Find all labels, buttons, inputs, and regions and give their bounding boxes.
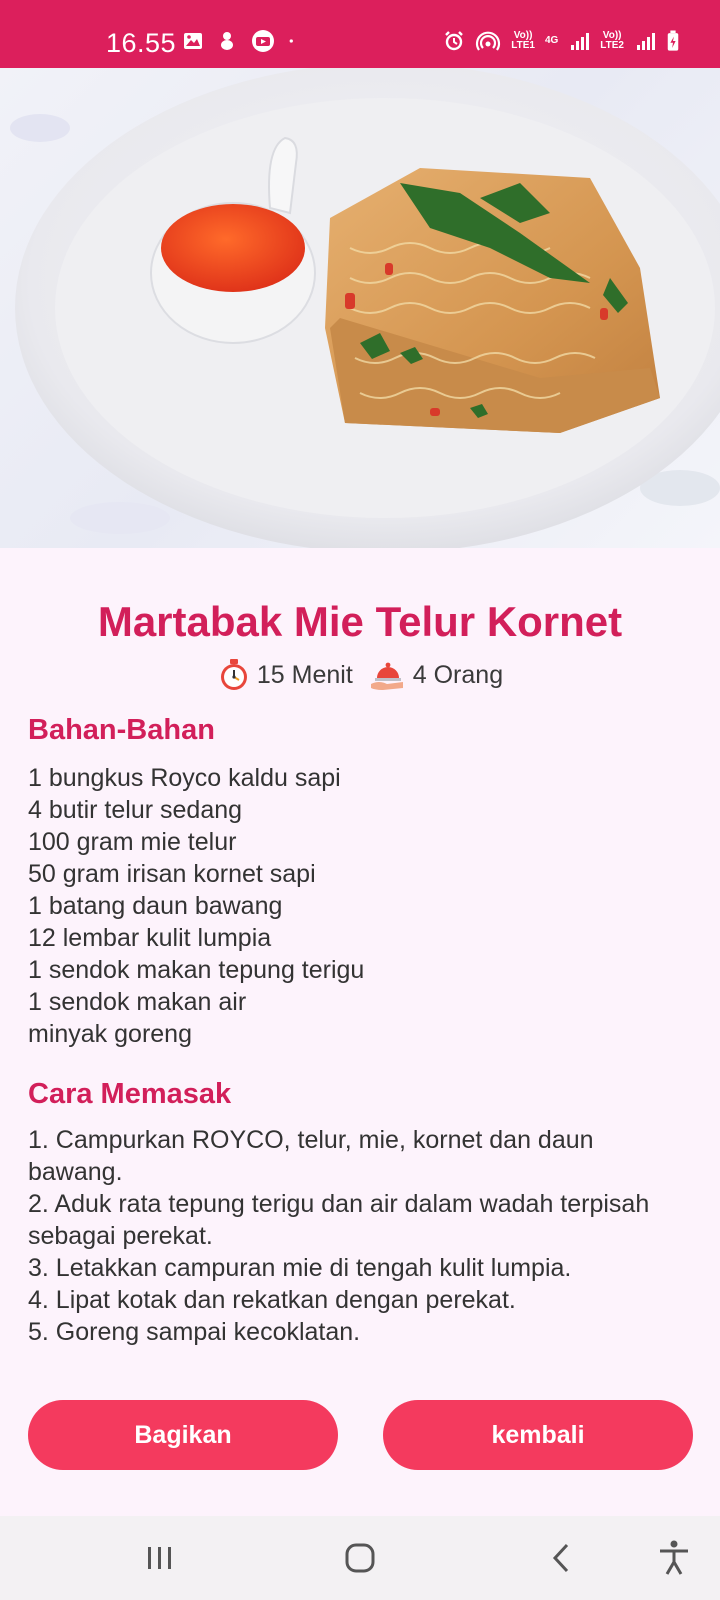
steps-list: 1. Campurkan ROYCO, telur, mie, kornet d… [28,1124,658,1348]
cook-time-text: 15 Menit [256,660,353,689]
status-right-icons: Vo)) LTE1 4G Vo)) LTE2 [443,30,680,52]
ingredient-item: 1 batang daun bawang [28,892,283,920]
recents-icon[interactable] [138,1536,182,1580]
status-left-icons [182,30,300,52]
cook-time: 15 Menit [217,658,353,692]
servings-text: 4 Orang [412,660,504,689]
volte-lte1-icon: Vo)) LTE1 [511,30,535,51]
ingredient-item: 100 gram mie telur [28,828,237,856]
home-icon[interactable] [338,1536,382,1580]
share-button[interactable]: Bagikan [28,1400,338,1470]
ingredients-heading: Bahan-Bahan [28,714,215,746]
app-notification-icon [221,32,233,50]
hotspot-icon [476,31,501,51]
ingredient-item: 1 sendok makan tepung terigu [28,956,365,984]
steps-heading: Cara Memasak [28,1078,232,1110]
battery-charging-icon [667,30,679,51]
recipe-detail: Martabak Mie Telur Kornet 15 Menit 4 Ora… [0,548,720,1516]
back-button[interactable]: kembali [383,1400,693,1470]
recipe-meta: 15 Menit 4 Orang [0,658,720,692]
step-item: 5. Goreng sampai kecoklatan. [28,1318,361,1346]
step-item: 3. Letakkan campuran mie di tengah kulit… [28,1254,572,1282]
recipe-title: Martabak Mie Telur Kornet [97,598,623,645]
recipe-photo [0,68,720,548]
ingredient-item: 1 sendok makan air [28,988,247,1016]
signal-1-icon [571,33,590,50]
ingredients-list: 1 bungkus Royco kaldu sapi 4 butir telur… [28,762,688,1050]
stopwatch-icon [220,659,247,690]
step-item: 2. Aduk rata tepung terigu dan air dalam… [28,1190,650,1250]
ingredient-item: 12 lembar kulit lumpia [28,924,272,952]
step-item: 1. Campurkan ROYCO, telur, mie, kornet d… [28,1126,594,1186]
system-nav-bar [0,1516,720,1600]
step-item: 4. Lipat kotak dan rekatkan dengan perek… [28,1286,516,1314]
dot-icon [289,39,293,43]
youtube-icon [252,30,274,52]
serving-tray-icon [370,662,403,690]
signal-2-icon [637,33,655,50]
4g-icon: 4G [544,35,559,46]
back-icon[interactable] [540,1536,584,1580]
accessibility-icon[interactable] [652,1536,696,1580]
gallery-icon [184,33,202,49]
alarm-icon [445,31,464,51]
volte-lte2-icon: Vo)) LTE2 [600,30,624,51]
ingredient-item: minyak goreng [28,1020,192,1048]
ingredient-item: 4 butir telur sedang [28,796,243,824]
status-bar: 16.55 Vo)) LTE1 4G Vo)) LTE2 [0,0,720,68]
ingredient-item: 50 gram irisan kornet sapi [28,860,316,888]
ingredient-item: 1 bungkus Royco kaldu sapi [28,764,341,792]
recipe-photo-illustration [10,68,720,548]
status-time: 16.55 [106,28,177,58]
servings: 4 Orang [369,658,503,692]
